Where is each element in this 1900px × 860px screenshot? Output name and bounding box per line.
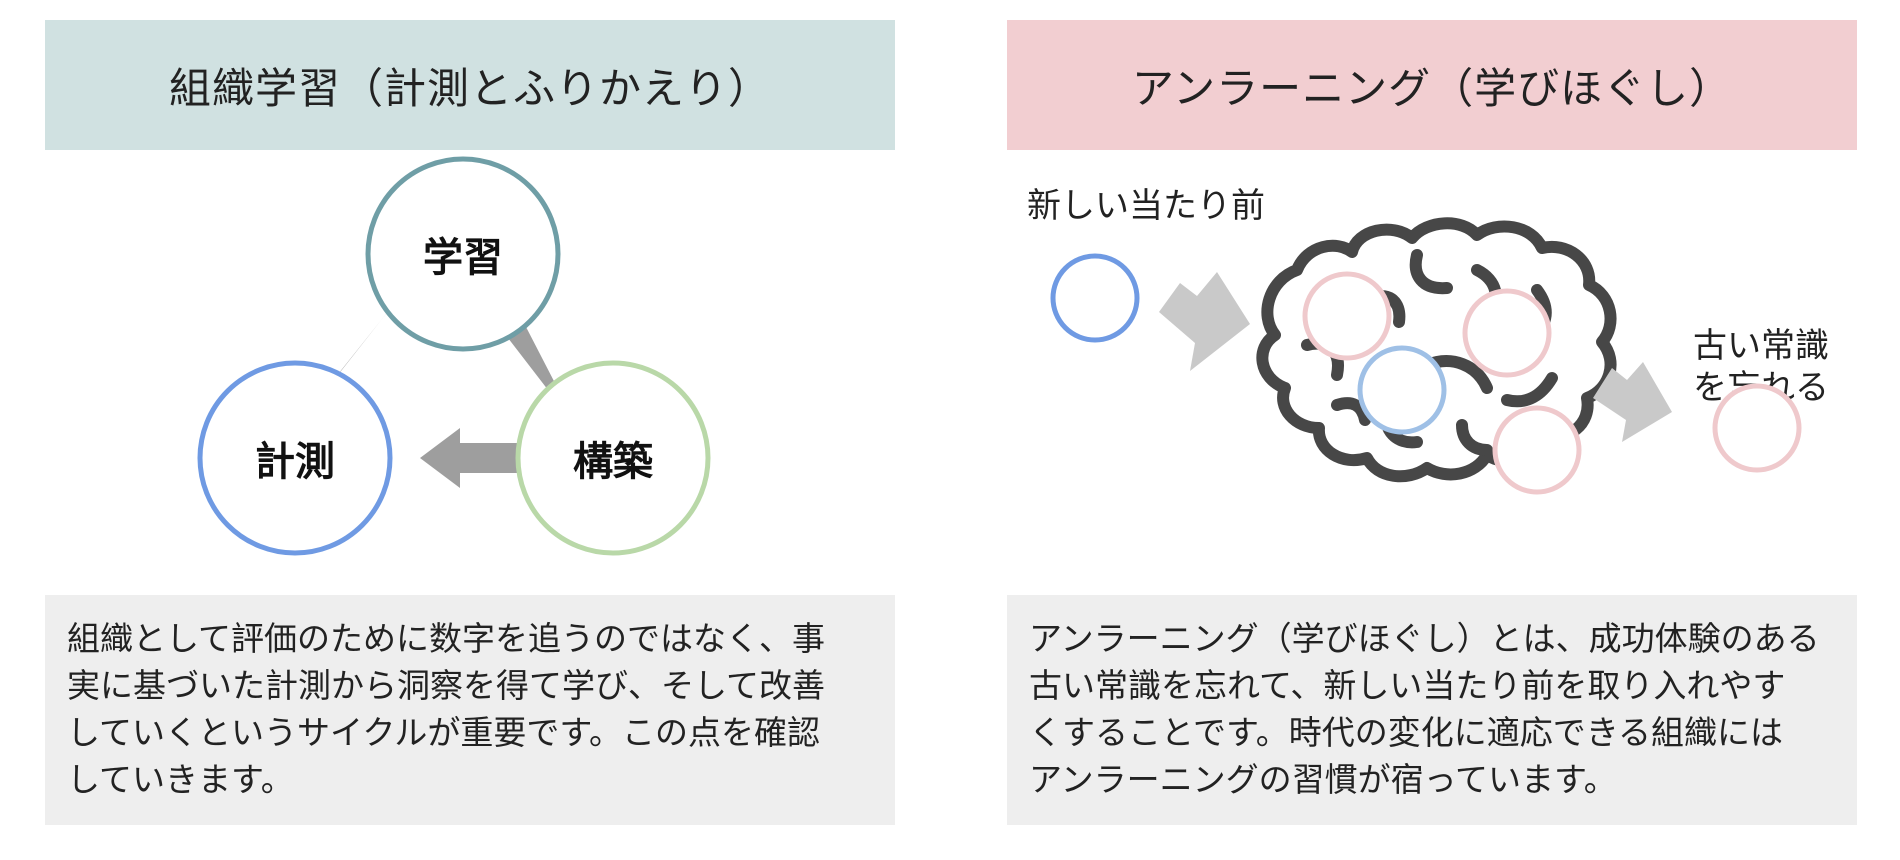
forgotten-old-circle (1712, 383, 1802, 473)
unlearning-panel: アンラーニング（学びほぐし） 新しい当たり前 古い常識 を忘れる (1007, 20, 1857, 825)
unlearning-diagram: 新しい当たり前 古い常識 を忘れる (1007, 150, 1857, 595)
unlearning-header: アンラーニング（学びほぐし） (1007, 20, 1857, 150)
build-label: 構築 (573, 439, 653, 485)
org-learning-description: 組織として評価のために数字を追うのではなく、事 実に基づいた計測から洞察を得て学… (45, 595, 895, 825)
description-line: していきます。 (67, 760, 294, 799)
description-line: していくというサイクルが重要です。この点を確認 (67, 713, 821, 752)
description-line: くすることです。時代の変化に適応できる組織には (1029, 713, 1784, 752)
org-learning-panel: 組織学習（計測とふりかえり） 学習 計測 構築 組織として評価のために数字を追う… (45, 20, 895, 825)
brain-old-circle (1302, 271, 1392, 361)
arrow-build-to-measure (420, 428, 531, 488)
learning-cycle-diagram: 学習 計測 構築 (45, 150, 895, 595)
brain-old-circle (1462, 288, 1552, 378)
description-line: アンラーニングの習慣が宿っています。 (1029, 760, 1617, 799)
arrow-into-brain (1159, 272, 1250, 371)
learning-cycle-graphic (197, 156, 711, 556)
new-normal-circle (1050, 253, 1140, 343)
unlearning-description: アンラーニング（学びほぐし）とは、成功体験のある 古い常識を忘れて、新しい当たり… (1007, 595, 1857, 825)
learning-label: 学習 (423, 235, 503, 281)
brain-new-circle (1357, 345, 1447, 435)
measure-label: 計測 (255, 439, 335, 485)
brain-old-circle (1492, 405, 1582, 495)
description-line: アンラーニング（学びほぐし）とは、成功体験のある (1029, 619, 1820, 658)
description-line: 実に基づいた計測から洞察を得て学び、そして改善 (67, 666, 826, 705)
description-line: 組織として評価のために数字を追うのではなく、事 (67, 619, 826, 658)
unlearning-graphic (1050, 217, 1802, 495)
org-learning-header: 組織学習（計測とふりかえり） (45, 20, 895, 150)
description-line: 古い常識を忘れて、新しい当たり前を取り入れやす (1029, 666, 1786, 705)
